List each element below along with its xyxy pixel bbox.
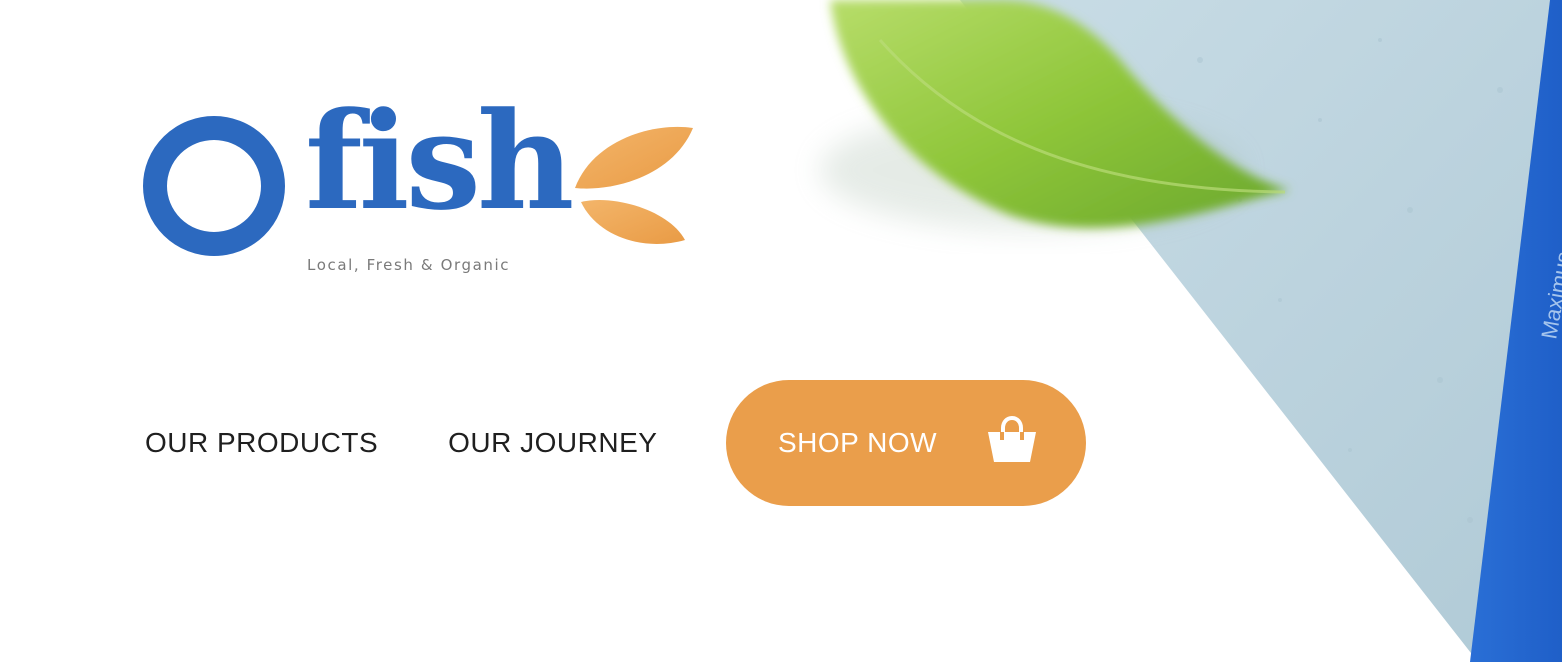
nav-our-journey[interactable]: OUR JOURNEY	[448, 427, 657, 459]
brand-tagline: Local, Fresh & Organic	[307, 256, 511, 274]
brand-logo[interactable]: fish Local, Fresh & Organic	[143, 94, 703, 282]
orange-leaves-icon	[575, 126, 693, 244]
shopping-basket-icon	[988, 415, 1036, 462]
nav-our-products[interactable]: OUR PRODUCTS	[145, 427, 378, 459]
shop-now-button[interactable]: SHOP NOW	[726, 380, 1086, 506]
svg-text:Maximus: Maximus	[1536, 250, 1562, 341]
shop-now-label: SHOP NOW	[778, 427, 938, 458]
hero-background-image: Maximus	[820, 0, 1562, 662]
logo-o-mark-icon	[143, 116, 285, 256]
main-nav: OUR PRODUCTS OUR JOURNEY	[145, 380, 657, 506]
logo-wordmark: fish	[305, 82, 574, 240]
